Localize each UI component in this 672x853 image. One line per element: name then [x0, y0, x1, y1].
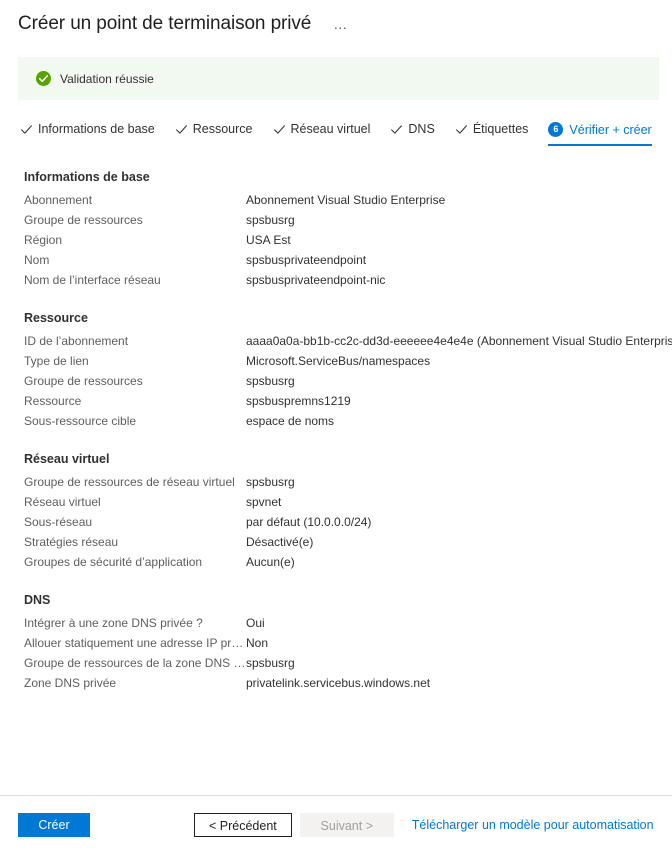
- row-value: espace de noms: [246, 414, 335, 428]
- row-value: spsbusrg: [246, 656, 295, 670]
- section-title: DNS: [24, 593, 51, 607]
- row-label: Région: [24, 233, 63, 247]
- summary-row: Stratégies réseau Désactivé(e): [0, 535, 672, 555]
- page-header: Créer un point de terminaison privé …: [0, 0, 672, 38]
- section-informations-de-base: Informations de base Abonnement Abonneme…: [0, 170, 672, 293]
- row-value: aaaa0a0a-bb1b-cc2c-dd3d-eeeeee4e4e4e (Ab…: [246, 334, 672, 348]
- row-value: Désactivé(e): [246, 535, 314, 549]
- row-value: spsbuspremns1219: [246, 394, 351, 408]
- tab-dns[interactable]: DNS: [390, 122, 435, 145]
- summary-row: Nom de l’interface réseau spsbusprivatee…: [0, 273, 672, 293]
- create-button[interactable]: Créer: [18, 812, 90, 837]
- validation-banner-text: Validation réussie: [60, 71, 154, 86]
- section-title: Réseau virtuel: [24, 452, 110, 466]
- summary-row: Sous-réseau par défaut (10.0.0.0/24): [0, 515, 672, 535]
- wizard-tabs: Informations de base Ressource Réseau vi…: [20, 122, 672, 152]
- summary-row: Groupe de ressources de la zone DNS … sp…: [0, 656, 672, 676]
- row-label: Groupe de ressources: [24, 374, 143, 388]
- summary-row: Abonnement Abonnement Visual Studio Ente…: [0, 193, 672, 213]
- tab-label: Étiquettes: [472, 122, 529, 136]
- checkmark-icon: [455, 124, 467, 134]
- tab-label: Informations de base: [38, 122, 155, 136]
- summary-row: Réseau virtuel spvnet: [0, 495, 672, 515]
- row-label: Zone DNS privée: [24, 676, 117, 690]
- review-content: Informations de base Abonnement Abonneme…: [0, 170, 672, 714]
- tab-informations-de-base[interactable]: Informations de base: [20, 122, 155, 145]
- row-value: spsbusrg: [246, 374, 295, 388]
- summary-row: Groupe de ressources spsbusrg: [0, 213, 672, 233]
- row-label: Abonnement: [24, 193, 93, 207]
- check-circle-icon: [36, 71, 51, 86]
- row-value: Aucun(e): [246, 555, 295, 569]
- row-value: spsbusrg: [246, 475, 295, 489]
- row-value: Microsoft.ServiceBus/namespaces: [246, 354, 431, 368]
- step-number-badge: 6: [548, 122, 564, 137]
- row-label: Nom de l’interface réseau: [24, 273, 161, 287]
- validation-banner: Validation réussie: [18, 57, 659, 100]
- row-label: Nom: [24, 253, 50, 267]
- checkmark-icon: [391, 124, 403, 134]
- checkmark-icon: [273, 124, 285, 134]
- row-label: Sous-ressource cible: [24, 414, 137, 428]
- summary-row: Type de lien Microsoft.ServiceBus/namesp…: [0, 354, 672, 374]
- summary-row: Allouer statiquement une adresse IP pr… …: [0, 636, 672, 656]
- tab-ressource[interactable]: Ressource: [175, 122, 253, 145]
- tab-etiquettes[interactable]: Étiquettes: [455, 122, 529, 145]
- row-label: Allouer statiquement une adresse IP pr…: [24, 636, 244, 650]
- wizard-footer: Créer < Précédent Suivant > Télécharger …: [0, 795, 672, 853]
- row-value: spvnet: [246, 495, 282, 509]
- row-label: Stratégies réseau: [24, 535, 119, 549]
- tab-label: DNS: [408, 122, 435, 136]
- row-label: Sous-réseau: [24, 515, 93, 529]
- summary-row: Groupe de ressources spsbusrg: [0, 374, 672, 394]
- tab-verifier-creer[interactable]: 6 Vérifier + créer: [548, 122, 652, 146]
- row-value: par défaut (10.0.0.0/24): [246, 515, 372, 529]
- summary-row: Groupe de ressources de réseau virtuel s…: [0, 475, 672, 495]
- tab-label: Ressource: [192, 122, 253, 136]
- row-label: Groupe de ressources de réseau virtuel: [24, 475, 235, 489]
- summary-row: Zone DNS privée privatelink.servicebus.w…: [0, 676, 672, 696]
- row-value: Abonnement Visual Studio Enterprise: [246, 193, 446, 207]
- summary-row: Sous-ressource cible espace de noms: [0, 414, 672, 434]
- row-label: Réseau virtuel: [24, 495, 101, 509]
- download-template-link[interactable]: Télécharger un modèle pour automatisatio…: [412, 818, 654, 832]
- section-ressource: Ressource ID de l’abonnement aaaa0a0a-bb…: [0, 311, 672, 434]
- summary-row: Groupes de sécurité d’application Aucun(…: [0, 555, 672, 575]
- tab-label: Réseau virtuel: [290, 122, 371, 136]
- row-label: ID de l’abonnement: [24, 334, 129, 348]
- row-label: Groupes de sécurité d’application: [24, 555, 203, 569]
- checkmark-icon: [21, 124, 32, 134]
- page-title: Créer un point de terminaison privé: [18, 13, 312, 34]
- summary-row: Nom spsbusprivateendpoint: [0, 253, 672, 273]
- tab-label: Vérifier + créer: [569, 122, 652, 137]
- checkmark-icon: [175, 124, 187, 134]
- tab-reseau-virtuel[interactable]: Réseau virtuel: [273, 122, 371, 145]
- section-dns: DNS Intégrer à une zone DNS privée ? Oui…: [0, 593, 672, 696]
- row-label: Type de lien: [24, 354, 89, 368]
- section-reseau-virtuel: Réseau virtuel Groupe de ressources de r…: [0, 452, 672, 575]
- row-value: Oui: [246, 616, 265, 630]
- row-label: Intégrer à une zone DNS privée ?: [24, 616, 203, 630]
- row-value: spsbusrg: [246, 213, 295, 227]
- previous-button[interactable]: < Précédent: [194, 812, 292, 837]
- summary-row: ID de l’abonnement aaaa0a0a-bb1b-cc2c-dd…: [0, 334, 672, 354]
- row-label: Groupe de ressources de la zone DNS …: [24, 656, 246, 670]
- row-value: spsbusprivateendpoint-nic: [246, 273, 386, 287]
- section-title: Informations de base: [24, 170, 150, 184]
- row-label: Groupe de ressources: [24, 213, 143, 227]
- more-options-icon[interactable]: …: [329, 17, 352, 31]
- row-value: USA Est: [246, 233, 291, 247]
- row-label: Ressource: [24, 394, 82, 408]
- summary-row: Intégrer à une zone DNS privée ? Oui: [0, 616, 672, 636]
- summary-row: Ressource spsbuspremns1219: [0, 394, 672, 414]
- summary-row: Région USA Est: [0, 233, 672, 253]
- section-title: Ressource: [24, 311, 88, 325]
- next-button: Suivant >: [299, 812, 394, 837]
- row-value: Non: [246, 636, 269, 650]
- row-value: privatelink.servicebus.windows.net: [246, 676, 431, 690]
- row-value: spsbusprivateendpoint: [246, 253, 367, 267]
